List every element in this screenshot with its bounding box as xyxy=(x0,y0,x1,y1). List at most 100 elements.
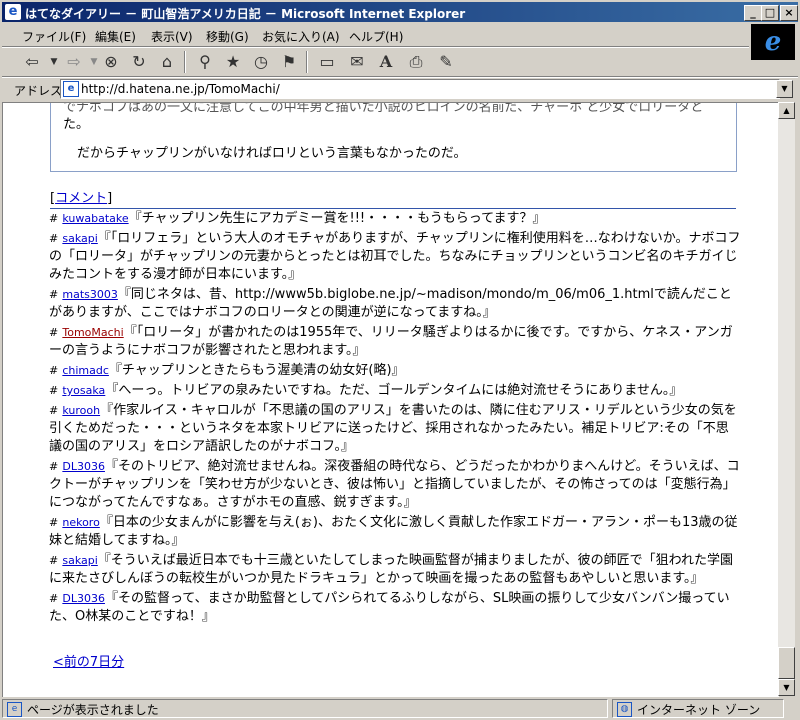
comment-text: 『同じネタは、昔、http://www5b.biglobe.ne.jp/~mad… xyxy=(49,287,732,320)
comment-item: # kurooh『作家ルイス・キャロルが「不思議の国のアリス」を書いたのは、隣に… xyxy=(49,402,741,456)
comments-link[interactable]: コメント xyxy=(55,191,107,206)
comment-user-link[interactable]: sakapi xyxy=(62,554,97,567)
chevron-down-icon[interactable]: ▼ xyxy=(776,80,793,98)
comment-hash: # xyxy=(49,212,59,225)
menu-bar: ファイル(F) 編集(E) 表示(V) 移動(G) お気に入り(A) ヘルプ(H… xyxy=(2,24,747,46)
home-icon[interactable]: ⌂ xyxy=(155,50,179,74)
comment-hash: # xyxy=(49,232,59,245)
minimize-button[interactable]: _ xyxy=(744,5,762,21)
page-icon: e xyxy=(63,81,79,97)
comment-text: 『その監督って、まさか助監督としてパシられてるふりしながら、SL映画の振りして少… xyxy=(49,591,730,624)
status-main: e ページが表示されました xyxy=(2,699,608,718)
comment-user-link[interactable]: mats3003 xyxy=(62,288,118,301)
comments-list: # kuwabatake『チャップリン先生にアカデミー賞を!!!・・・・もうもら… xyxy=(49,210,741,628)
comment-hash: # xyxy=(49,326,59,339)
comment-item: # kuwabatake『チャップリン先生にアカデミー賞を!!!・・・・もうもら… xyxy=(49,210,741,228)
article-line-main: だからチャップリンがいなければロリという言葉もなかったのだ。 xyxy=(77,146,467,161)
menu-favorites[interactable]: お気に入り(A) xyxy=(262,28,340,45)
comment-user-link[interactable]: kurooh xyxy=(62,404,100,417)
article-line-cut: でナボコフはあの一文に注意してこの中年男と描いた小説のヒロインの名前だ、チャーホ… xyxy=(63,102,704,115)
title-bar: e はてなダイアリー － 町山智浩アメリカ日記 － Microsoft Inte… xyxy=(2,2,798,22)
favorites-icon[interactable]: ★ xyxy=(221,50,245,74)
stop-icon[interactable]: ⊗ xyxy=(99,50,123,74)
toolbar-divider xyxy=(184,51,186,73)
comments-header: [コメント] xyxy=(50,187,736,209)
prev-link-text[interactable]: <前の7日分 xyxy=(53,655,124,670)
comment-hash: # xyxy=(49,384,59,397)
address-url[interactable]: http://d.hatena.ne.jp/TomoMachi/ xyxy=(81,82,280,96)
comment-text: 『チャップリン先生にアカデミー賞を!!!・・・・もうもらってます？』 xyxy=(128,211,546,226)
comment-hash: # xyxy=(49,364,59,377)
history-icon[interactable]: ◷ xyxy=(249,50,273,74)
comment-user-link[interactable]: DL3036 xyxy=(62,460,105,473)
comment-text: 『へーっ。トリビアの泉みたいですね。ただ、ゴールデンタイムには絶対流せそうにあり… xyxy=(105,383,683,398)
scroll-down-icon[interactable]: ▼ xyxy=(778,679,795,696)
font-icon[interactable]: A xyxy=(374,50,398,74)
menu-help[interactable]: ヘルプ(H) xyxy=(349,28,403,45)
fullscreen-icon[interactable]: ▭ xyxy=(315,50,339,74)
window-title: はてなダイアリー － 町山智浩アメリカ日記 － Microsoft Intern… xyxy=(25,7,466,21)
comment-hash: # xyxy=(49,404,59,417)
comment-item: # chimadc『チャップリンときたらもう渥美清の幼女好(略)』 xyxy=(49,362,741,380)
menu-go[interactable]: 移動(G) xyxy=(206,28,249,45)
comment-text: 『作家ルイス・キャロルが「不思議の国のアリス」を書いたのは、隣に住むアリス・リデ… xyxy=(49,403,737,454)
comment-user-link[interactable]: DL3036 xyxy=(62,592,105,605)
comment-item: # sakapi『そういえば最近日本でも十三歳といたしてしまった映画監督が捕まり… xyxy=(49,552,741,588)
address-bar: アドレス e http://d.hatena.ne.jp/TomoMachi/ … xyxy=(2,77,798,101)
comment-item: # DL3036『そのトリビア、絶対流せませんね。深夜番組の時代なら、どうだった… xyxy=(49,458,741,512)
scroll-thumb[interactable] xyxy=(778,647,795,679)
article-box: でナボコフはあの一文に注意してこの中年男と描いた小説のヒロインの名前だ、チャーホ… xyxy=(50,102,737,172)
comment-hash: # xyxy=(49,460,59,473)
comment-hash: # xyxy=(49,516,59,529)
toolbar: ⇦ ▼ ⇨ ▼ ⊗ ↻ ⌂ ⚲ ★ ◷ ⚑ ▭ ✉ A ⎙ ✎ xyxy=(2,48,749,76)
edit-icon[interactable]: ✎ xyxy=(434,50,458,74)
comment-item: # nekoro『日本の少女まんがに影響を与え(ぉ)、おたく文化に激しく貢献した… xyxy=(49,514,741,550)
menu-edit[interactable]: 編集(E) xyxy=(95,28,136,45)
vertical-scrollbar[interactable]: ▲ ▼ xyxy=(778,102,795,696)
channels-icon[interactable]: ⚑ xyxy=(277,50,301,74)
status-zone: ◍ インターネット ゾーン xyxy=(612,699,784,718)
bracket-close: ] xyxy=(107,191,113,206)
menu-file[interactable]: ファイル(F) xyxy=(22,28,86,45)
ie-throbber: e xyxy=(751,24,795,60)
comment-item: # TomoMachi『「ロリータ」が書かれたのは1955年で、リリータ騒ぎより… xyxy=(49,324,741,360)
comment-user-link[interactable]: nekoro xyxy=(62,516,99,529)
comment-item: # sakapi『「ロリフェラ」という大人のオモチャがありますが、チャップリンに… xyxy=(49,230,741,284)
scroll-up-icon[interactable]: ▲ xyxy=(778,102,795,119)
close-button[interactable]: × xyxy=(780,5,798,21)
zone-text: インターネット ゾーン xyxy=(637,703,761,717)
ie-logo-icon: e xyxy=(5,4,21,20)
prev-page-link[interactable]: <前の7日分 xyxy=(53,651,124,670)
menu-view[interactable]: 表示(V) xyxy=(151,28,193,45)
print-icon[interactable]: ⎙ xyxy=(404,50,428,74)
globe-icon: ◍ xyxy=(617,702,632,717)
comment-text: 『そのトリビア、絶対流せませんね。深夜番組の時代なら、どうだったかわかりまへんけ… xyxy=(49,459,740,510)
comment-user-link[interactable]: chimadc xyxy=(62,364,109,377)
comment-text: 『チャップリンときたらもう渥美清の幼女好(略)』 xyxy=(108,363,405,378)
comment-user-link[interactable]: TomoMachi xyxy=(62,326,123,339)
ie-logo-icon: e xyxy=(764,27,782,57)
page-icon: e xyxy=(7,702,22,717)
back-icon[interactable]: ⇦ xyxy=(20,50,44,74)
refresh-icon[interactable]: ↻ xyxy=(127,50,151,74)
comment-text: 『「ロリータ」が書かれたのは1955年で、リリータ騒ぎよりはるかに後です。ですか… xyxy=(49,325,733,358)
comment-text: 『日本の少女まんがに影響を与え(ぉ)、おたく文化に激しく貢献した作家エドガー・ア… xyxy=(49,515,738,548)
comment-item: # mats3003『同じネタは、昔、http://www5b.biglobe.… xyxy=(49,286,741,322)
address-input[interactable]: e http://d.hatena.ne.jp/TomoMachi/ xyxy=(60,79,780,99)
comment-user-link[interactable]: tyosaka xyxy=(62,384,105,397)
comment-item: # DL3036『その監督って、まさか助監督としてパシられてるふりしながら、SL… xyxy=(49,590,741,626)
article-line-end: た。 xyxy=(63,117,90,132)
address-label: アドレス xyxy=(14,84,63,98)
toolbar-divider xyxy=(306,51,308,73)
comment-user-link[interactable]: sakapi xyxy=(62,232,97,245)
comment-user-link[interactable]: kuwabatake xyxy=(62,212,128,225)
status-text: ページが表示されました xyxy=(27,703,159,717)
browser-window: e はてなダイアリー － 町山智浩アメリカ日記 － Microsoft Inte… xyxy=(0,0,800,720)
comment-text: 『そういえば最近日本でも十三歳といたしてしまった映画監督が捕まりましたが、彼の師… xyxy=(49,553,733,586)
search-icon[interactable]: ⚲ xyxy=(193,50,217,74)
maximize-button[interactable]: □ xyxy=(761,5,779,21)
comment-hash: # xyxy=(49,288,59,301)
comment-item: # tyosaka『へーっ。トリビアの泉みたいですね。ただ、ゴールデンタイムには… xyxy=(49,382,741,400)
mail-icon[interactable]: ✉ xyxy=(345,50,369,74)
status-bar: e ページが表示されました ◍ インターネット ゾーン xyxy=(2,698,798,718)
